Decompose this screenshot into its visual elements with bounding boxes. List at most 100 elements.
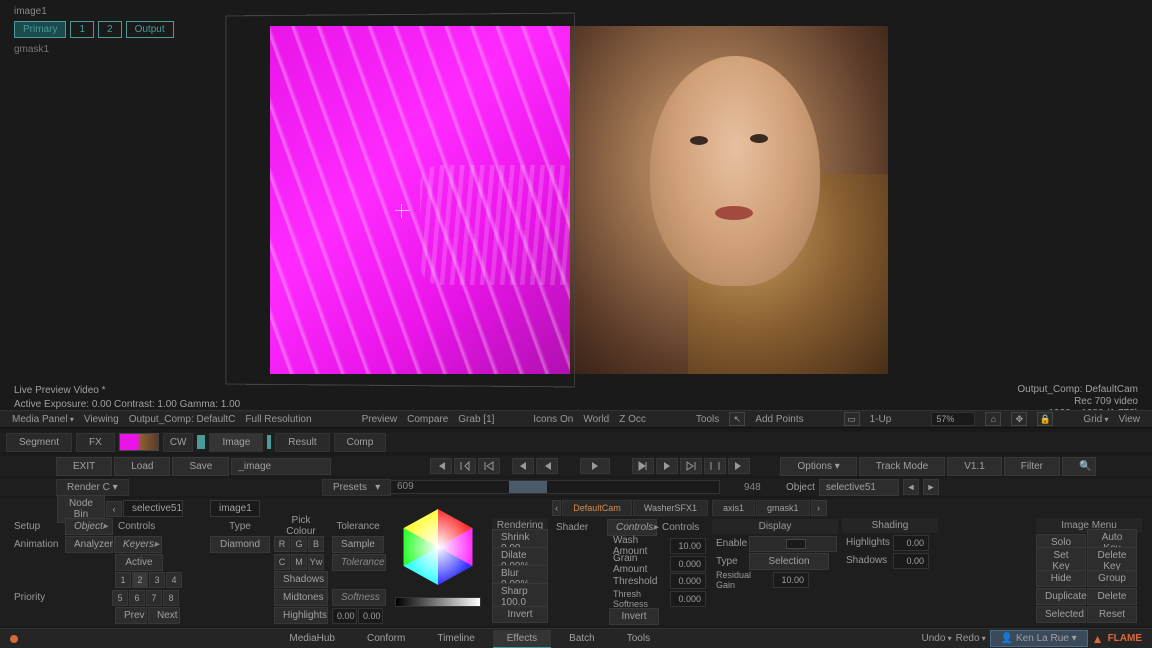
tools-menu[interactable]: Tools [696, 414, 719, 425]
slot-4[interactable]: 4 [166, 572, 182, 588]
image-tab[interactable]: Image [209, 433, 263, 452]
slot-3[interactable]: 3 [149, 572, 165, 588]
world-toggle[interactable]: World [583, 414, 609, 425]
result-tab[interactable]: Result [275, 433, 329, 452]
luminance-slider[interactable] [395, 597, 481, 607]
options-menu[interactable]: Options ▾ [780, 457, 856, 476]
thresh-soft-value[interactable]: 0.000 [670, 591, 706, 607]
step-fwd-clip-button[interactable] [704, 458, 726, 474]
object-prev-button[interactable]: ◄ [903, 479, 919, 495]
shader-invert-button[interactable]: Invert [609, 608, 659, 625]
full-resolution-toggle[interactable]: Full Resolution [245, 414, 311, 425]
slot-8[interactable]: 8 [163, 590, 179, 606]
render-menu[interactable]: Render C ▾ [56, 479, 129, 496]
exit-button[interactable]: EXIT [56, 457, 112, 476]
viewing-menu[interactable]: Viewing [84, 414, 119, 425]
compare-button[interactable]: Compare [407, 414, 448, 425]
add-points-button[interactable]: Add Points [755, 414, 803, 425]
channel-yw[interactable]: Yw [308, 554, 324, 570]
filter-button[interactable]: Filter [1004, 457, 1060, 476]
object-name-input[interactable] [819, 479, 899, 496]
lock-icon[interactable]: 🔒 [1037, 412, 1053, 426]
axis-tab[interactable]: axis1 [712, 500, 755, 516]
duplicate-button[interactable]: Duplicate [1036, 588, 1086, 605]
slot-6[interactable]: 6 [129, 590, 145, 606]
softness-b[interactable]: 0.00 [358, 608, 383, 624]
hide-button[interactable]: Hide [1036, 570, 1086, 587]
shader-nav-left[interactable]: ‹ [552, 500, 561, 516]
softness-mode[interactable]: Softness [332, 589, 386, 606]
undo-menu[interactable]: Undo [921, 633, 951, 644]
timeline-tab[interactable]: Timeline [423, 630, 488, 647]
segment-tab[interactable]: Segment [6, 433, 72, 452]
shader-nav-right[interactable]: › [811, 500, 827, 516]
viewport[interactable] [270, 26, 888, 374]
slot-1[interactable]: 1 [115, 572, 131, 588]
step-back-clip-button[interactable] [454, 458, 476, 474]
tolerance-mode[interactable]: Tolerance [332, 554, 386, 571]
sample-button[interactable]: Sample [332, 536, 384, 553]
selected-button[interactable]: Selected [1036, 606, 1086, 623]
goto-end-button[interactable] [728, 458, 750, 474]
fx-tab[interactable]: FX [76, 433, 115, 452]
track-mode-button[interactable]: Track Mode [859, 457, 945, 476]
output-comp-menu[interactable]: Output_Comp: DefaultC [129, 414, 236, 425]
view-menu[interactable]: View [1119, 414, 1141, 425]
tab-output[interactable]: Output [126, 21, 174, 38]
node-image1[interactable]: image1 [210, 500, 260, 517]
layout-icon[interactable]: ▭ [844, 412, 860, 426]
channel-m[interactable]: M [291, 554, 307, 570]
goto-start-button[interactable] [430, 458, 452, 474]
shadows-button[interactable]: Shadows [274, 571, 328, 588]
preview-button[interactable]: Preview [362, 414, 398, 425]
load-button[interactable]: Load [114, 457, 170, 476]
shading-shadows-value[interactable]: 0.00 [893, 553, 929, 569]
softness-a[interactable]: 0.00 [332, 608, 357, 624]
user-chip[interactable]: 👤 Ken La Rue ▾ [990, 630, 1088, 647]
presets-menu[interactable]: Presets ▾ [322, 479, 391, 496]
tab-1[interactable]: 1 [70, 21, 94, 38]
grab-button[interactable]: Grab [1] [458, 414, 494, 425]
resgain-value[interactable]: 10.00 [773, 572, 809, 588]
tools-tab[interactable]: Tools [613, 630, 664, 647]
goto-in-button[interactable] [478, 458, 500, 474]
setup-name-input[interactable] [231, 458, 331, 475]
tab-primary[interactable]: Primary [14, 21, 66, 38]
clip-thumbnail[interactable] [119, 433, 159, 451]
slot-5[interactable]: 5 [112, 590, 128, 606]
color-hexagon[interactable] [395, 504, 481, 590]
channel-r[interactable]: R [274, 536, 290, 552]
mediahub-tab[interactable]: MediaHub [275, 630, 349, 647]
wash-value[interactable]: 10.00 [670, 538, 706, 554]
media-panel-menu[interactable]: Media Panel [12, 414, 74, 425]
object-menu[interactable]: Object▸ [65, 518, 113, 535]
cw-tab[interactable]: CW [163, 433, 194, 452]
keyers-menu[interactable]: Keyers▸ [114, 536, 162, 553]
cursor-icon[interactable]: ↖ [729, 412, 745, 426]
step-back-button[interactable] [512, 458, 534, 474]
reset-button[interactable]: Reset [1087, 606, 1137, 623]
midtones-button[interactable]: Midtones [274, 589, 328, 606]
icons-on-toggle[interactable]: Icons On [533, 414, 573, 425]
channel-b[interactable]: B [308, 536, 324, 552]
step-forward-button[interactable] [656, 458, 678, 474]
home-icon[interactable]: ⌂ [985, 412, 1001, 426]
slot-2[interactable]: 2 [132, 572, 148, 588]
node-selective[interactable]: selective51 [123, 500, 183, 517]
object-next-button[interactable]: ► [923, 479, 939, 495]
timeline-track[interactable]: 609 [390, 480, 720, 494]
goto-out-button[interactable] [680, 458, 702, 474]
play-back-button[interactable] [536, 458, 558, 474]
grain-value[interactable]: 0.000 [670, 556, 706, 572]
tab-2[interactable]: 2 [98, 21, 122, 38]
defaultcam-tab[interactable]: DefaultCam [562, 500, 632, 516]
group-button[interactable]: Group [1087, 570, 1137, 587]
zoom-input[interactable] [931, 412, 975, 426]
comp-tab[interactable]: Comp [334, 433, 387, 452]
play-button[interactable] [580, 458, 610, 474]
highlights-button[interactable]: Highlights [274, 607, 328, 624]
channel-g[interactable]: G [291, 536, 307, 552]
next-button[interactable]: Next [148, 607, 180, 624]
threshold-value[interactable]: 0.000 [670, 573, 706, 589]
type-diamond[interactable]: Diamond [210, 536, 270, 553]
